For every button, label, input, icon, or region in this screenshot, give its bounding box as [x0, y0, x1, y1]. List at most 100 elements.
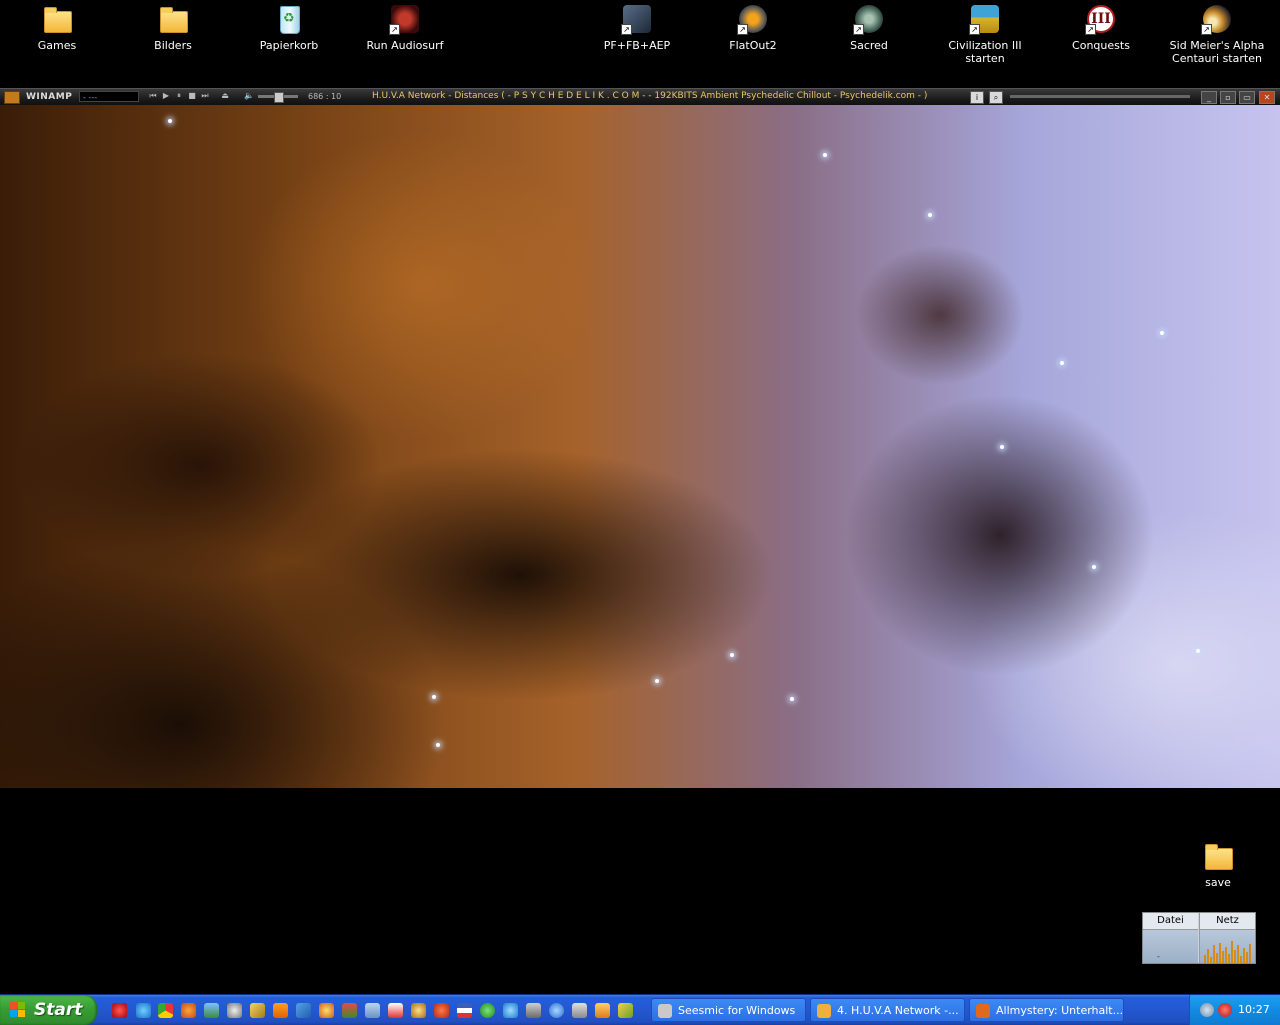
taskbar-task-winamp[interactable]: 4. H.U.V.A Network -...: [810, 998, 965, 1022]
maximize-button[interactable]: ▭: [1239, 91, 1255, 104]
desktop-icon-sacred[interactable]: ↗ Sacred: [814, 3, 924, 52]
play-button[interactable]: ▶: [161, 91, 171, 101]
quick-launch-acrobat-icon[interactable]: [388, 1003, 403, 1018]
civilization-iii-icon: ↗: [969, 3, 1001, 35]
taskbar-task-firefox[interactable]: Allmystery: Unterhalt...: [969, 998, 1124, 1022]
net-graph-bar: [1243, 948, 1245, 963]
quick-launch-app-icon[interactable]: [365, 1003, 380, 1018]
taskbar-task-seesmic[interactable]: Seesmic for Windows: [651, 998, 806, 1022]
desktop-icon-label: Papierkorb: [259, 39, 319, 52]
winamp-song-title[interactable]: H.U.V.A Network - Distances ( - P S Y C …: [372, 91, 927, 101]
quick-launch-app-icon[interactable]: [411, 1003, 426, 1018]
seesmic-icon: [658, 1004, 672, 1018]
system-monitor-gadget[interactable]: Datei - Netz: [1142, 912, 1256, 964]
desktop-wallpaper-nebula: [0, 105, 1280, 788]
info-button[interactable]: i: [970, 91, 984, 104]
quick-launch-vlc-icon[interactable]: [273, 1003, 288, 1018]
seek-bar[interactable]: [1010, 95, 1190, 98]
star: [1060, 361, 1064, 365]
desktop-icon-games[interactable]: Games: [2, 3, 112, 52]
quick-launch-firefox-icon[interactable]: [181, 1003, 196, 1018]
desktop-icon-pf-fb-aep[interactable]: ↗ PF+FB+AEP: [582, 3, 692, 52]
desktop-icon-label: Conquests: [1072, 39, 1130, 52]
star: [436, 743, 440, 747]
quick-launch-app-icon[interactable]: [618, 1003, 633, 1018]
desktop-icon-label: Games: [37, 39, 77, 52]
shortcut-arrow-icon: ↗: [1201, 24, 1212, 35]
shortcut-arrow-icon: ↗: [969, 24, 980, 35]
desktop-icon-label: Sacred: [850, 39, 888, 52]
net-graph-bar: [1204, 955, 1206, 963]
desktop-icon-flatout2[interactable]: ↗ FlatOut2: [698, 3, 808, 52]
previous-track-button[interactable]: ⏮: [148, 91, 158, 101]
star: [655, 679, 659, 683]
volume-slider-handle[interactable]: [274, 92, 284, 103]
quick-launch-app-icon[interactable]: [572, 1003, 587, 1018]
desktop-icon-run-audiosurf[interactable]: ↗ Run Audiosurf: [350, 3, 460, 52]
quick-launch-app-icon[interactable]: [526, 1003, 541, 1018]
winamp-icon: [817, 1004, 831, 1018]
search-button[interactable]: ⌕: [989, 91, 1003, 104]
alpha-centauri-icon: ↗: [1201, 3, 1233, 35]
folder-icon: [41, 3, 73, 35]
quick-launch-app-icon[interactable]: [480, 1003, 495, 1018]
desktop-icon-save[interactable]: save: [1163, 840, 1273, 889]
quick-launch-app-icon[interactable]: [296, 1003, 311, 1018]
quick-launch-winamp-icon[interactable]: [250, 1003, 265, 1018]
quick-launch-app-icon[interactable]: [319, 1003, 334, 1018]
star: [928, 213, 932, 217]
star: [1092, 565, 1096, 569]
quick-launch-pidgin-icon[interactable]: [227, 1003, 242, 1018]
shortcut-arrow-icon: ↗: [737, 24, 748, 35]
desktop-icon-label: PF+FB+AEP: [603, 39, 671, 52]
quick-launch-app-icon[interactable]: [457, 1003, 472, 1018]
winamp-window[interactable]: WINAMP - --- ⏮ ▶ ⏸ ■ ⏭ ⏏ 🔈 686 : 10 H.U.…: [0, 88, 1280, 106]
flatout2-icon: ↗: [737, 3, 769, 35]
quick-launch-app-icon[interactable]: [549, 1003, 564, 1018]
net-graph-bar: [1231, 941, 1233, 963]
close-button[interactable]: ✕: [1259, 91, 1275, 104]
stop-button[interactable]: ■: [187, 91, 197, 101]
gadget-column-netz: Netz: [1199, 913, 1255, 963]
sacred-icon: ↗: [853, 3, 885, 35]
recycle-bin-icon: [273, 3, 305, 35]
desktop-icon-bilders[interactable]: Bilders: [118, 3, 228, 52]
net-graph-bar: [1225, 947, 1227, 963]
quick-launch-internet-explorer-icon[interactable]: [136, 1003, 151, 1018]
desktop-icon-civilization-iii[interactable]: ↗ Civilization III starten: [930, 3, 1040, 65]
winamp-logo-icon[interactable]: [4, 91, 20, 104]
quick-launch-app-icon[interactable]: [434, 1003, 449, 1018]
desktop-icon-conquests[interactable]: III ↗ Conquests: [1046, 3, 1156, 52]
conquests-icon: III ↗: [1085, 3, 1117, 35]
start-button[interactable]: Start: [0, 995, 97, 1025]
tray-app-icon[interactable]: [1200, 1003, 1214, 1017]
winamp-time-display[interactable]: - ---: [79, 91, 139, 102]
shortcut-arrow-icon: ↗: [389, 24, 400, 35]
star: [790, 697, 794, 701]
desktop-icon-papierkorb[interactable]: Papierkorb: [234, 3, 344, 52]
taskbar-clock[interactable]: 10:27: [1238, 1003, 1270, 1016]
eject-button[interactable]: ⏏: [220, 91, 230, 101]
net-graph-bar: [1249, 944, 1251, 963]
quick-launch-app-icon[interactable]: [342, 1003, 357, 1018]
desktop-icon-alpha-centauri[interactable]: ↗ Sid Meier's Alpha Centauri starten: [1162, 3, 1272, 65]
quick-launch-opera-icon[interactable]: [112, 1003, 127, 1018]
net-graph-bar: [1216, 953, 1218, 963]
net-graph-bar: [1246, 952, 1248, 963]
quick-launch-chrome-icon[interactable]: [158, 1003, 173, 1018]
quick-launch-skype-icon[interactable]: [503, 1003, 518, 1018]
task-label: Seesmic for Windows: [678, 1004, 796, 1017]
audiosurf-icon: ↗: [389, 3, 421, 35]
quick-launch-app-icon[interactable]: [595, 1003, 610, 1018]
tray-app-icon[interactable]: [1218, 1003, 1232, 1017]
quick-launch-messenger-icon[interactable]: [204, 1003, 219, 1018]
desktop-icon-label: Bilders: [154, 39, 192, 52]
pause-button[interactable]: ⏸: [174, 91, 184, 101]
next-track-button[interactable]: ⏭: [200, 91, 210, 101]
net-graph-bar: [1210, 957, 1212, 963]
shade-button[interactable]: ▫: [1220, 91, 1236, 104]
minimize-button[interactable]: _: [1201, 91, 1217, 104]
desktop-icon-label: FlatOut2: [729, 39, 777, 52]
desktop-icon-label: Civilization III starten: [948, 39, 1022, 65]
star: [1196, 649, 1200, 653]
